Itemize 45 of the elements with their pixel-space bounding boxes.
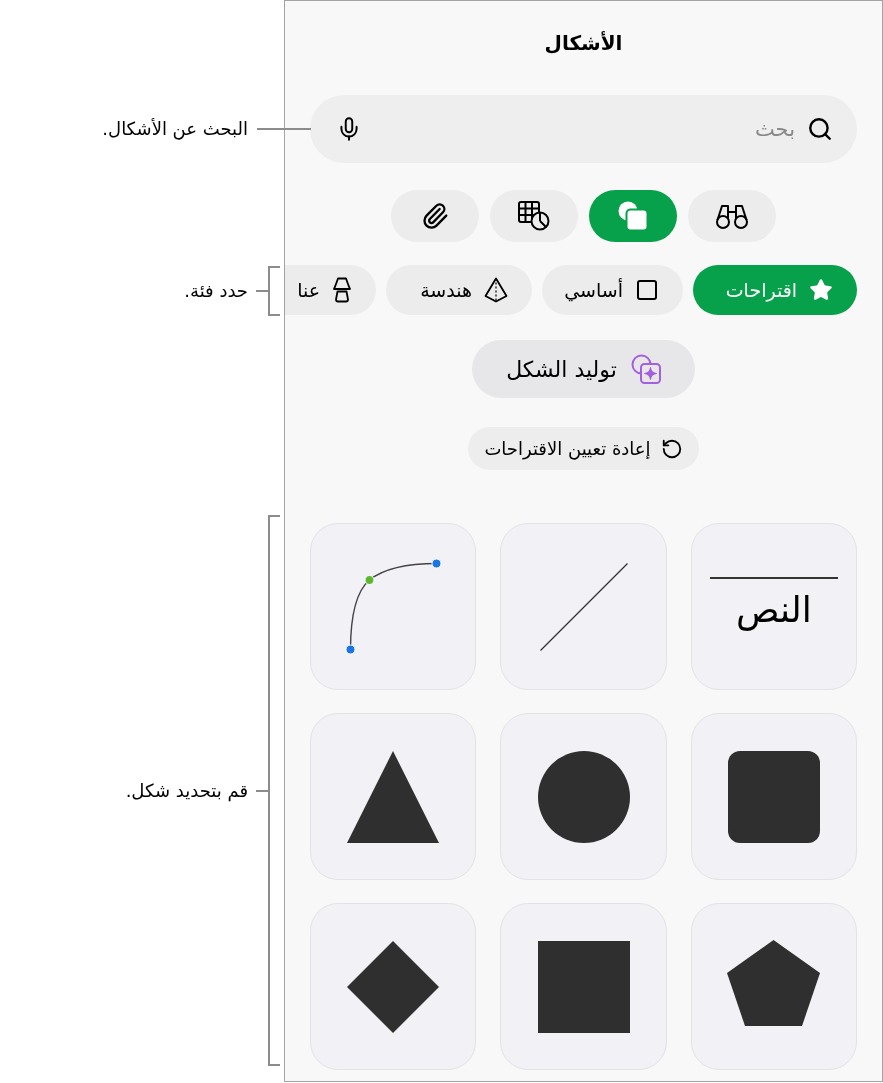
shape-tile[interactable] <box>310 713 477 880</box>
generate-shape-button[interactable]: توليد الشكل <box>472 340 695 398</box>
circle-icon <box>537 750 630 843</box>
reset-icon <box>660 437 683 460</box>
search-icon <box>807 116 833 142</box>
rounded-square-icon <box>727 750 820 843</box>
leader-line <box>257 128 311 130</box>
square-icon <box>537 940 630 1033</box>
source-tab[interactable] <box>490 190 578 242</box>
star-icon <box>809 278 833 302</box>
table-chart-icon <box>518 201 550 231</box>
sparkle-shapes-icon <box>630 354 661 384</box>
category-tab[interactable]: عنا <box>285 265 376 315</box>
callout-text: البحث عن الأشكال. <box>102 117 248 141</box>
text-shape-label: النص <box>735 587 812 633</box>
source-tab[interactable] <box>391 190 479 242</box>
shape-tile[interactable] <box>500 523 667 690</box>
lamp-icon <box>332 277 352 303</box>
callout-text: قم بتحديد شكل. <box>125 778 248 803</box>
pentagon-icon <box>727 940 821 1026</box>
shape-tile[interactable] <box>310 523 477 690</box>
square-outline-icon <box>635 278 659 302</box>
shape-tile[interactable] <box>690 903 857 1070</box>
line-icon <box>539 562 628 651</box>
panel-title: الأشكال <box>544 30 623 57</box>
binoculars-icon <box>715 202 749 230</box>
shape-tile[interactable] <box>500 713 667 880</box>
pyramid-icon <box>484 277 508 303</box>
callout-text: حدد فئة. <box>184 279 248 303</box>
category-tab[interactable]: أساسي <box>542 265 683 315</box>
search-field[interactable]: بحث <box>310 95 857 163</box>
search-input[interactable]: بحث <box>374 109 795 149</box>
category-tab[interactable]: هندسة <box>386 265 532 315</box>
diamond-icon <box>347 940 440 1033</box>
shape-tile[interactable] <box>310 903 477 1070</box>
shape-tile[interactable]: النص <box>690 523 857 690</box>
reset-suggestions-button[interactable]: إعادة تعيين الاقتراحات <box>468 427 699 470</box>
shape-tile[interactable] <box>690 713 857 880</box>
triangle-icon <box>347 750 440 843</box>
curve-icon <box>344 558 442 655</box>
shape-tile[interactable] <box>500 903 667 1070</box>
paperclip-icon <box>421 202 449 230</box>
source-tab[interactable] <box>688 190 776 242</box>
callout-bracket <box>256 266 280 316</box>
shapes-icon <box>618 201 648 231</box>
